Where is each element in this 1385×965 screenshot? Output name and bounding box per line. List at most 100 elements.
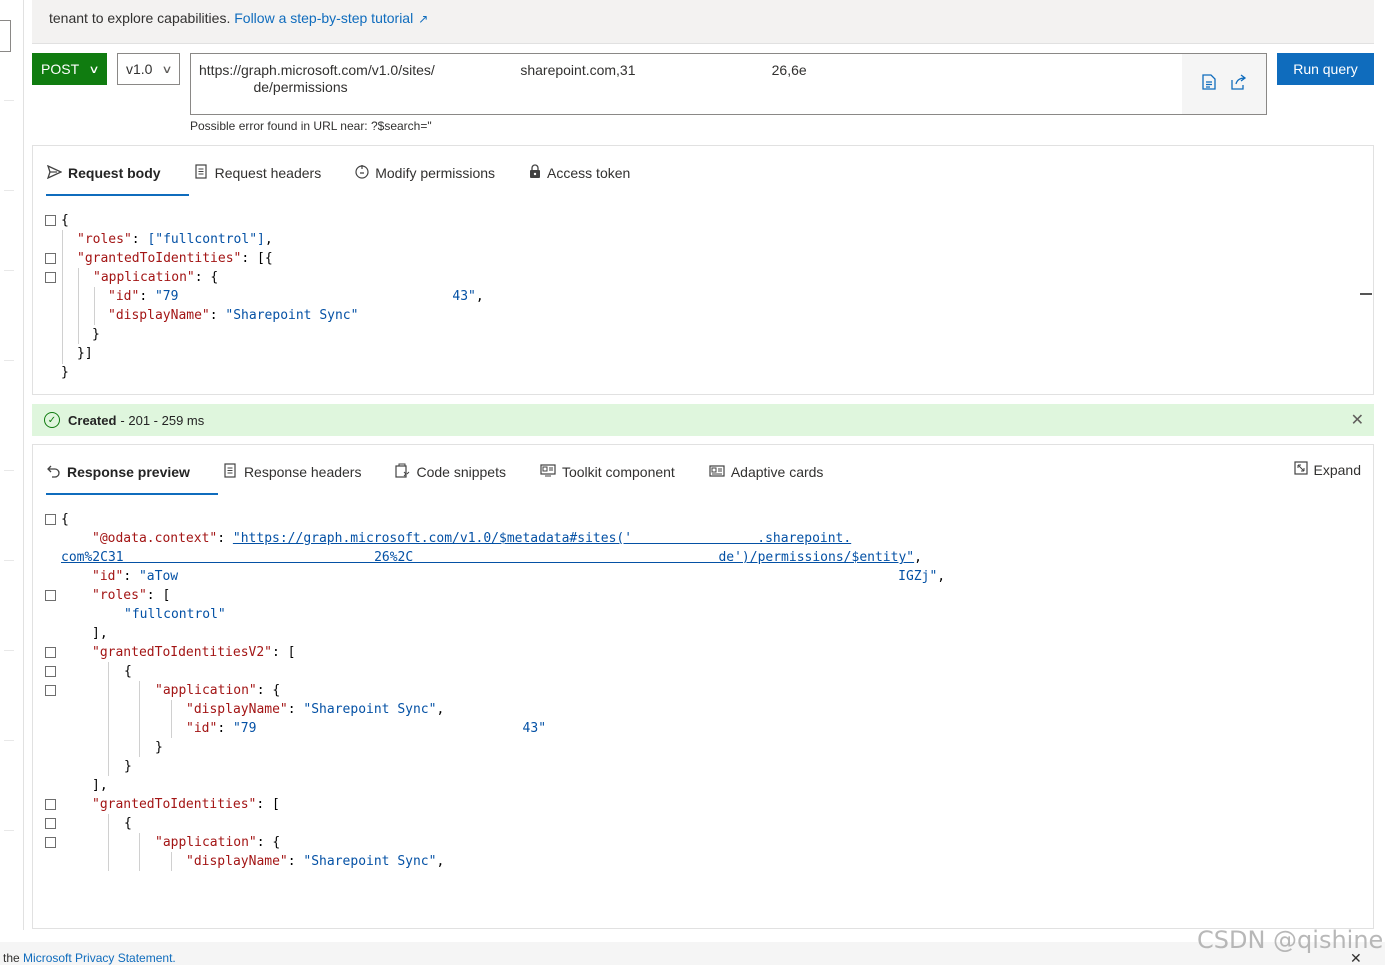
- request-tabs: Request body Request headers Modify perm…: [46, 162, 664, 196]
- privacy-footer: the Microsoft Privacy Statement. ✕: [0, 942, 1385, 965]
- code-line: }]: [45, 344, 484, 363]
- request-body-editor[interactable]: { "roles": ["fullcontrol"], "grantedToId…: [45, 211, 484, 382]
- tab-modify-permissions[interactable]: Modify permissions: [355, 162, 495, 184]
- code-line: "id": "aTow IGZj",: [92, 569, 946, 584]
- request-panel: Request body Request headers Modify perm…: [32, 145, 1374, 395]
- splitter-handle[interactable]: [1360, 293, 1372, 295]
- expand-button[interactable]: Expand: [1293, 461, 1361, 478]
- sidebar-collapse-handle[interactable]: [0, 20, 11, 52]
- http-method-dropdown[interactable]: POST ∨: [32, 53, 107, 85]
- send-icon: [46, 164, 63, 182]
- odata-context-link[interactable]: "https://graph.microsoft.com/v1.0/$metad…: [233, 531, 851, 546]
- share-icon[interactable]: [1230, 73, 1247, 95]
- watermark: CSDN @qishine: [1197, 926, 1384, 954]
- request-url-input[interactable]: https://graph.microsoft.com/v1.0/sites/ …: [190, 53, 1267, 115]
- odata-context-link[interactable]: com%2C31 26%2C de')/permissions/$entity": [61, 550, 914, 565]
- json-value: "Sharepoint Sync": [303, 702, 437, 717]
- tab-request-headers[interactable]: Request headers: [194, 162, 322, 184]
- chevron-down-icon: ∨: [88, 63, 100, 76]
- divider: [4, 740, 14, 741]
- fold-toggle[interactable]: [45, 666, 56, 677]
- code-line: {: [45, 510, 945, 529]
- fold-toggle[interactable]: [45, 799, 56, 810]
- url-line-1: https://graph.microsoft.com/v1.0/sites/ …: [199, 62, 807, 78]
- close-icon[interactable]: ✕: [1351, 410, 1364, 430]
- json-punctuation: : {: [194, 270, 219, 285]
- code-line: }: [45, 757, 945, 776]
- tab-code-snippets[interactable]: Code snippets: [395, 461, 506, 483]
- status-label: Created: [68, 412, 117, 428]
- json-punctuation: ],: [92, 778, 108, 793]
- fold-toggle[interactable]: [45, 837, 56, 848]
- tab-label: Response preview: [67, 464, 190, 480]
- fold-toggle[interactable]: [45, 685, 56, 696]
- run-query-button[interactable]: Run query: [1277, 53, 1374, 85]
- fold-toggle[interactable]: [45, 253, 56, 264]
- chevron-down-icon: ∨: [161, 63, 173, 76]
- expand-label: Expand: [1313, 461, 1361, 478]
- response-tabs: Response preview Response headers Code s…: [46, 461, 857, 495]
- code-line: "grantedToIdentities": [: [45, 795, 945, 814]
- json-brace: {: [124, 664, 132, 679]
- tab-adaptive-cards[interactable]: Adaptive cards: [709, 461, 823, 483]
- json-punctuation: : [: [272, 645, 296, 660]
- divider: [4, 470, 14, 471]
- api-version-label: v1.0: [126, 61, 153, 77]
- tab-label: Request headers: [214, 165, 322, 181]
- tab-access-token[interactable]: Access token: [529, 162, 630, 184]
- json-value: "Sharepoint Sync": [303, 854, 437, 869]
- code-line: com%2C31 26%2C de')/permissions/$entity"…: [61, 550, 922, 565]
- privacy-statement-link[interactable]: Microsoft Privacy Statement.: [23, 951, 176, 965]
- request-url-text[interactable]: https://graph.microsoft.com/v1.0/sites/ …: [199, 62, 807, 96]
- fold-toggle[interactable]: [45, 272, 56, 283]
- footer-text: the Microsoft Privacy Statement.: [3, 951, 176, 965]
- divider: [4, 360, 14, 361]
- fold-toggle[interactable]: [45, 647, 56, 658]
- json-punctuation: : [{: [241, 251, 273, 266]
- code-line: ],: [45, 776, 945, 795]
- fold-toggle[interactable]: [45, 514, 56, 525]
- code-line: "@odata.context": "https://graph.microso…: [92, 531, 852, 546]
- tab-label: Toolkit component: [561, 464, 675, 480]
- tab-label: Code snippets: [416, 464, 506, 480]
- tab-request-body[interactable]: Request body: [46, 162, 189, 196]
- json-brace: }: [124, 759, 132, 774]
- lock-icon: [529, 164, 541, 182]
- code-line: ],: [45, 624, 945, 643]
- banner-message: tenant to explore capabilities.: [49, 10, 231, 26]
- response-preview-editor[interactable]: { "@odata.context": "https://graph.micro…: [45, 510, 945, 871]
- json-brace: }: [92, 327, 100, 342]
- url-error-message: Possible error found in URL near: ?$sear…: [190, 119, 432, 133]
- code-line: "id": "79 43": [186, 721, 547, 736]
- documentation-icon[interactable]: [1201, 73, 1216, 95]
- tutorial-link[interactable]: Follow a step-by-step tutorial: [234, 10, 413, 26]
- json-key: "roles": [77, 232, 132, 247]
- tab-response-preview[interactable]: Response preview: [46, 461, 218, 495]
- tab-response-headers[interactable]: Response headers: [224, 461, 362, 483]
- tab-label: Request body: [68, 165, 161, 181]
- json-key: "id": [108, 289, 140, 304]
- code-line: "fullcontrol": [45, 605, 945, 624]
- fold-toggle[interactable]: [45, 818, 56, 829]
- tab-label: Response headers: [243, 464, 362, 480]
- code-line: }: [45, 363, 484, 382]
- tab-label: Modify permissions: [375, 165, 496, 181]
- divider: [4, 190, 14, 191]
- api-version-dropdown[interactable]: v1.0 ∨: [117, 53, 180, 85]
- divider: [4, 100, 14, 101]
- code-line: "application": {: [45, 268, 484, 287]
- json-value: ["fullcontrol"]: [147, 232, 265, 247]
- tab-toolkit-component[interactable]: Toolkit component: [540, 461, 675, 483]
- json-punctuation: ],: [92, 626, 108, 641]
- banner-text: tenant to explore capabilities. Follow a…: [49, 10, 428, 26]
- code-line: }: [45, 325, 484, 344]
- fold-toggle[interactable]: [45, 215, 56, 226]
- json-key: "grantedToIdentities": [92, 797, 257, 812]
- fold-toggle[interactable]: [45, 590, 56, 601]
- shield-icon: [355, 164, 369, 182]
- document-icon: [224, 463, 238, 481]
- status-message-bar: ✓ Created - 201 - 259 ms ✕: [32, 404, 1374, 436]
- json-key: "displayName": [186, 854, 288, 869]
- tab-label: Access token: [547, 165, 631, 181]
- json-punctuation: : {: [256, 835, 281, 850]
